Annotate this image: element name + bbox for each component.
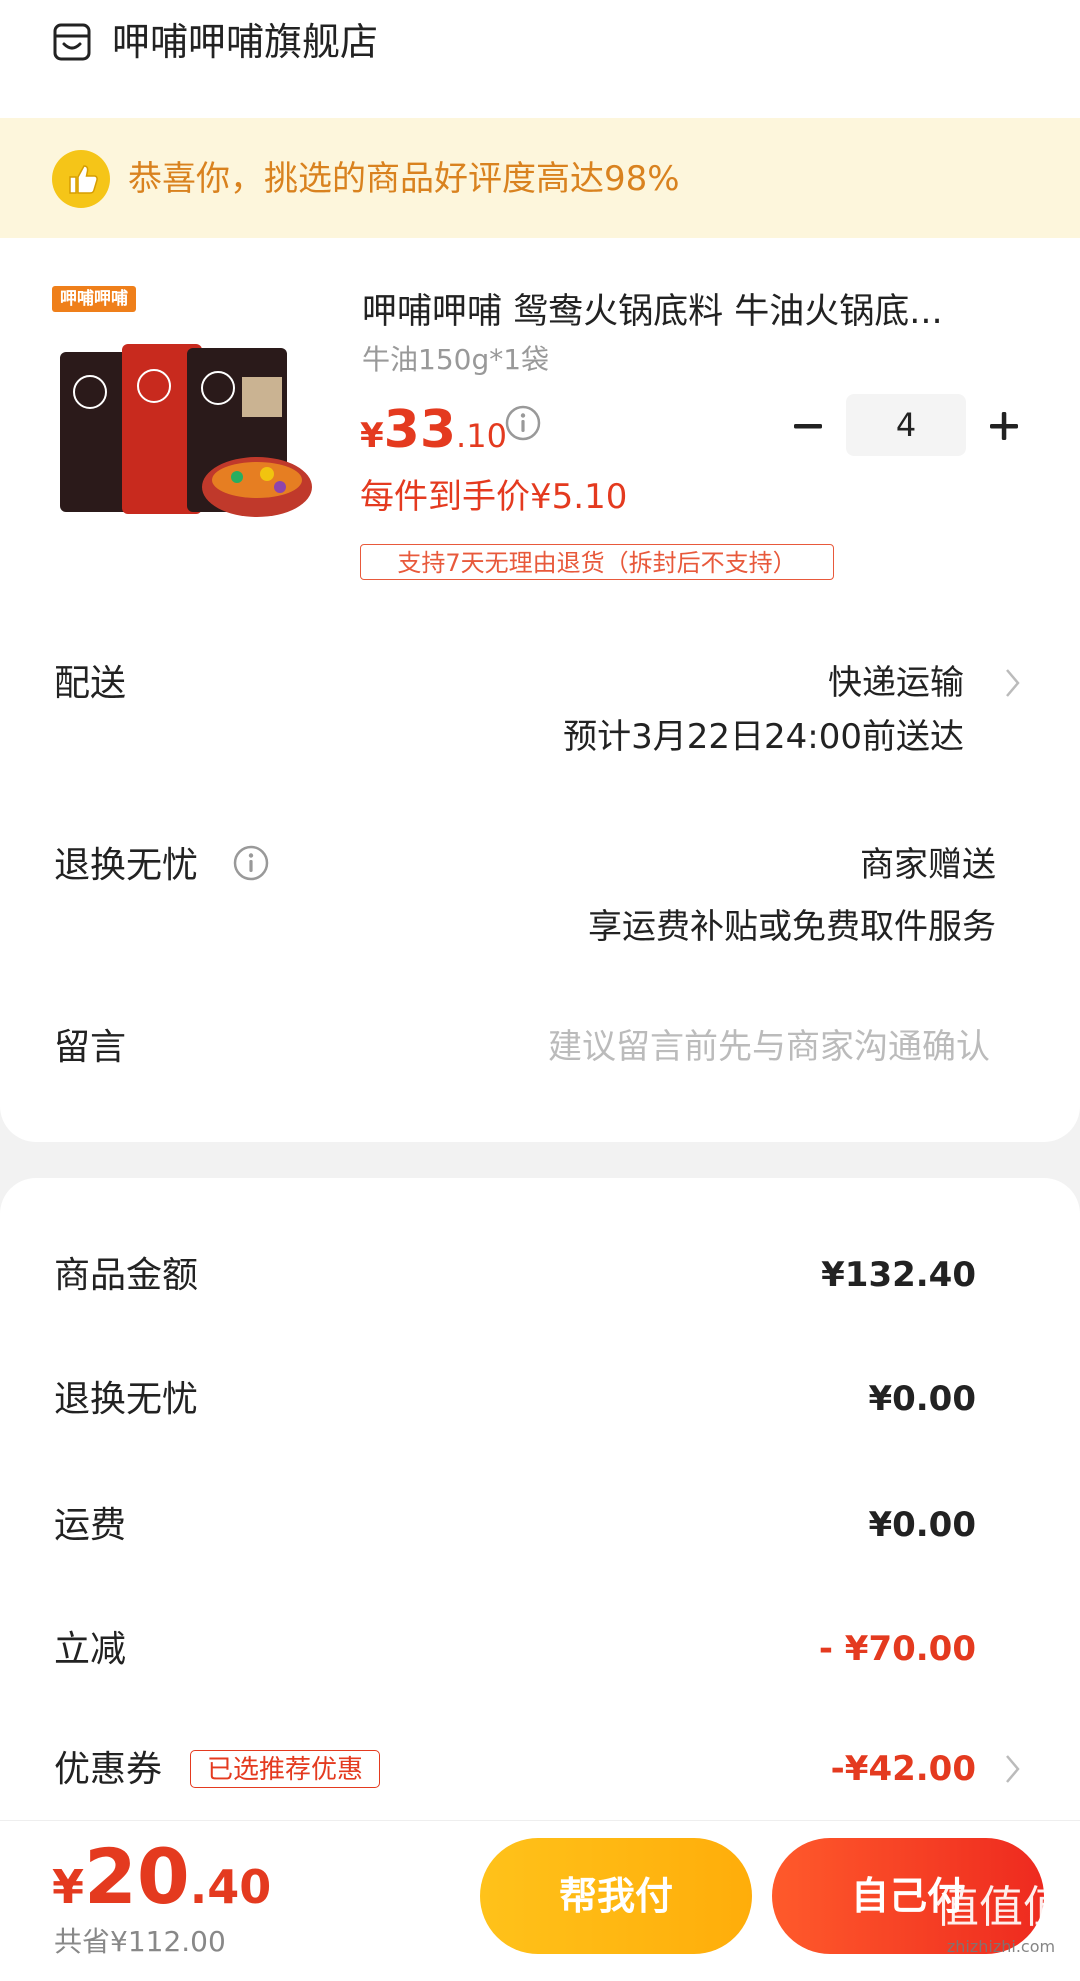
quantity-input[interactable]: 4 bbox=[846, 394, 966, 456]
goods-amount-label: 商品金额 bbox=[54, 1255, 199, 1296]
chevron-right-icon[interactable] bbox=[1002, 666, 1024, 700]
coupon-tag: 已选推荐优惠 bbox=[190, 1750, 380, 1788]
quantity-plus-button[interactable] bbox=[984, 406, 1024, 446]
return-service-label: 退换无忧 bbox=[54, 845, 199, 886]
delivery-estimate: 预计3月22日24:00前送达 bbox=[563, 717, 964, 757]
thumbs-up-icon bbox=[52, 150, 110, 208]
coupon-chevron-icon[interactable] bbox=[1002, 1752, 1024, 1786]
message-label: 留言 bbox=[54, 1027, 127, 1068]
total-decimal: .40 bbox=[189, 1860, 272, 1914]
return-policy-tag: 支持7天无理由退货（拆封后不支持） bbox=[360, 544, 834, 580]
price-currency: ¥ bbox=[360, 416, 384, 456]
price-decimal: .10 bbox=[456, 417, 507, 455]
brand-badge: 呷哺呷哺 bbox=[52, 286, 136, 312]
watermark: 值值值 zhizhizhi.com bbox=[926, 1880, 1076, 1976]
return-service-value: 商家赠送 bbox=[860, 845, 996, 885]
help-me-pay-button[interactable]: 帮我付 bbox=[480, 1838, 752, 1954]
coupon-label: 优惠券 bbox=[54, 1749, 163, 1790]
unit-price: 每件到手价¥5.10 bbox=[360, 477, 628, 517]
return-fee-label: 退换无忧 bbox=[54, 1379, 199, 1420]
goods-amount-value: ¥132.40 bbox=[821, 1255, 976, 1295]
message-input[interactable]: 建议留言前先与商家沟通确认 bbox=[548, 1022, 990, 1072]
store-name[interactable]: 呷哺呷哺旗舰店 bbox=[112, 14, 378, 70]
product-price: ¥33.10 bbox=[360, 400, 507, 460]
price-info-icon[interactable] bbox=[504, 404, 542, 442]
watermark-url: zhizhizhi.com bbox=[946, 1937, 1056, 1956]
watermark-text: 值值值 bbox=[935, 1882, 1067, 1933]
product-title[interactable]: 呷哺呷哺 鸳鸯火锅底料 牛油火锅底... bbox=[362, 286, 1002, 338]
product-image[interactable] bbox=[52, 282, 322, 552]
price-integer: 33 bbox=[383, 400, 457, 460]
total-price: ¥20.40 bbox=[52, 1832, 271, 1921]
return-fee-value: ¥0.00 bbox=[868, 1379, 976, 1419]
banner-text: 恭喜你，挑选的商品好评度高达98% bbox=[128, 159, 680, 199]
shipping-label: 运费 bbox=[54, 1505, 127, 1546]
quantity-minus-button[interactable] bbox=[788, 406, 828, 446]
total-currency: ¥ bbox=[52, 1860, 85, 1914]
saved-amount: 共省¥112.00 bbox=[54, 1925, 226, 1958]
delivery-method[interactable]: 快递运输 bbox=[828, 658, 964, 708]
delivery-label: 配送 bbox=[54, 663, 127, 704]
total-integer: 20 bbox=[84, 1832, 190, 1921]
return-info-icon[interactable] bbox=[232, 844, 270, 882]
product-spec[interactable]: 牛油150g*1袋 bbox=[362, 340, 549, 380]
return-service-desc: 享运费补贴或免费取件服务 bbox=[588, 907, 996, 947]
discount-label: 立减 bbox=[54, 1629, 127, 1670]
shipping-value: ¥0.00 bbox=[868, 1505, 976, 1545]
store-icon bbox=[53, 23, 91, 61]
discount-value: - ¥70.00 bbox=[818, 1629, 976, 1669]
coupon-value[interactable]: -¥42.00 bbox=[831, 1744, 976, 1794]
